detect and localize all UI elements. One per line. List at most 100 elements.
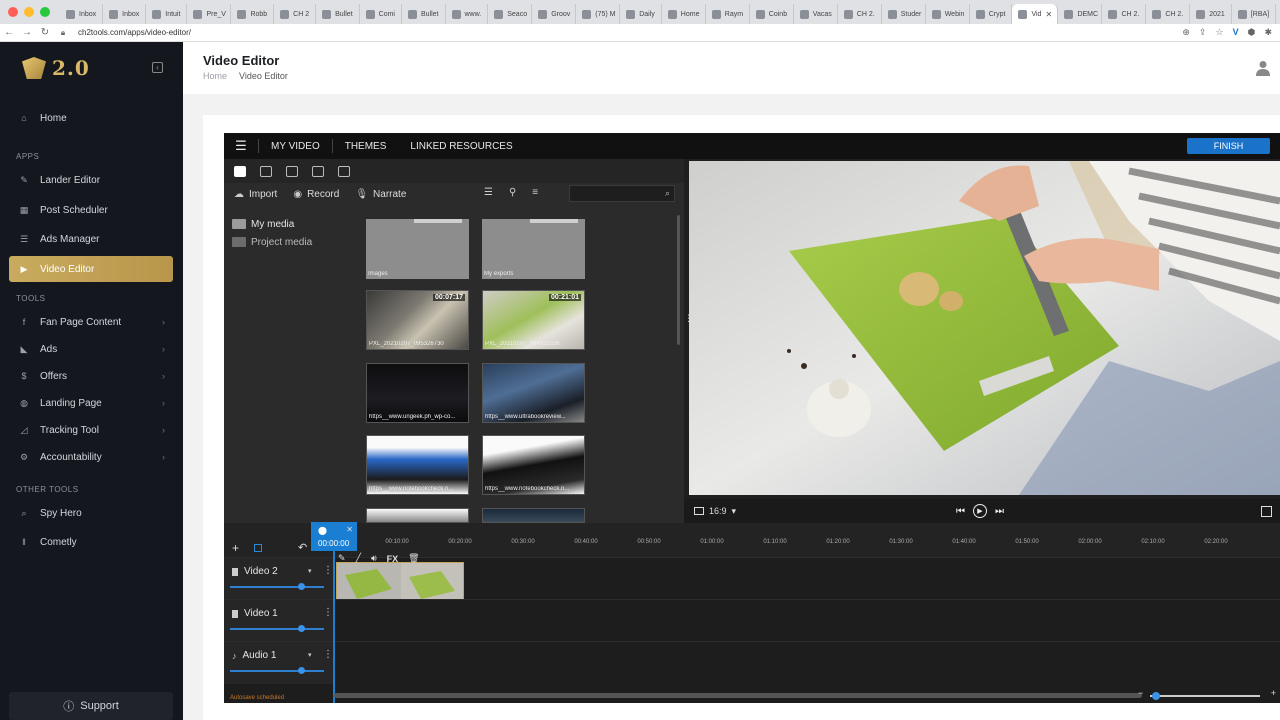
sidebar-item-accountability[interactable]: ⚙ Accountability › xyxy=(9,444,173,470)
slider-knob[interactable] xyxy=(298,667,305,674)
media-folder-my-exports[interactable]: My exports xyxy=(482,219,585,279)
timeline-ruler[interactable]: 00:10:00 00:20:00 00:30:00 00:40:00 00:50:00… xyxy=(334,523,1280,557)
split-icon[interactable]: ╱ xyxy=(356,553,361,564)
track-volume-slider[interactable] xyxy=(230,625,324,632)
browser-tab[interactable]: Intuit xyxy=(146,4,188,24)
tab-linked-resources[interactable]: LINKED RESOURCES xyxy=(398,141,524,152)
browser-tab[interactable]: www. xyxy=(446,4,489,24)
folder-my-media[interactable]: My media xyxy=(232,215,312,233)
fx-button[interactable]: FX xyxy=(387,554,399,564)
timeline-clip[interactable] xyxy=(336,562,464,600)
zoom-out-icon[interactable]: − xyxy=(1138,688,1143,698)
browser-tab[interactable]: Bullet xyxy=(402,4,446,24)
folder-project-media[interactable]: Project media xyxy=(232,233,312,251)
sidebar-item-video-editor[interactable]: ▶ Video Editor xyxy=(9,256,173,282)
more-options-icon[interactable]: ⋮ xyxy=(323,607,333,618)
media-search-input[interactable]: ⌕ xyxy=(569,185,675,202)
finish-button[interactable]: FINISH xyxy=(1187,138,1270,154)
browser-tab[interactable]: [RBA] xyxy=(1232,4,1276,24)
media-item-image[interactable] xyxy=(482,508,585,523)
chevron-down-icon[interactable]: ▾ xyxy=(308,651,312,659)
fullscreen-icon[interactable] xyxy=(1261,505,1272,517)
tab-themes[interactable]: THEMES xyxy=(333,141,399,152)
media-item-image[interactable]: https__www.notebookcheck.n... xyxy=(482,435,585,495)
import-button[interactable]: ☁ Import xyxy=(234,189,277,200)
share-icon[interactable]: ⇪ xyxy=(1199,27,1207,38)
reload-icon[interactable]: ↻ xyxy=(36,27,54,38)
timeline-scrollbar[interactable] xyxy=(334,693,1142,698)
filter-icon[interactable]: ⚲ xyxy=(509,187,516,198)
browser-tab[interactable]: Daily xyxy=(620,4,662,24)
folder-tab-icon[interactable] xyxy=(234,165,246,177)
skip-back-icon[interactable]: ⏮︎ xyxy=(956,506,965,517)
media-item-image[interactable]: https__www.notebookcheck.n... xyxy=(366,435,469,495)
slider-knob[interactable] xyxy=(298,625,305,632)
maximize-window-button[interactable] xyxy=(40,7,50,17)
narrate-button[interactable]: 🎙︎ Narrate xyxy=(355,189,406,200)
record-button[interactable]: ◉ Record xyxy=(293,189,339,200)
media-item-image[interactable] xyxy=(366,508,469,523)
play-button[interactable]: ▶ xyxy=(973,504,987,518)
skip-forward-icon[interactable]: ⏭︎ xyxy=(995,506,1004,517)
media-item-image[interactable]: https__www.ungeek.ph_wp-co... xyxy=(366,363,469,423)
browser-tab[interactable]: Seaco xyxy=(488,4,533,24)
aspect-ratio-dropdown[interactable]: 16:9 ▾ xyxy=(694,506,736,517)
star-icon[interactable]: ☆ xyxy=(1216,27,1224,38)
media-scrollbar[interactable] xyxy=(677,215,680,345)
extension-icon[interactable]: ⬢ xyxy=(1248,27,1256,38)
collapse-sidebar-icon[interactable]: ‹ xyxy=(152,62,163,73)
minimize-window-button[interactable] xyxy=(24,7,34,17)
chevron-down-icon[interactable]: ▾ xyxy=(308,567,312,575)
sidebar-item-tracking-tool[interactable]: ◿ Tracking Tool › xyxy=(9,417,173,443)
playhead[interactable]: ⬤ ✕ 00:00:00 xyxy=(311,522,357,551)
browser-tab[interactable]: CH 2. xyxy=(838,4,882,24)
sidebar-item-lander-editor[interactable]: ✎ Lander Editor xyxy=(9,167,173,193)
panel-resize-handle[interactable]: ⋮ xyxy=(684,313,693,329)
browser-tab[interactable]: Raym xyxy=(706,4,750,24)
zoom-in-icon[interactable]: + xyxy=(1271,688,1276,698)
browser-tab[interactable]: Inbox xyxy=(60,4,104,24)
timeline-zoom-slider[interactable]: − + xyxy=(1138,688,1276,700)
sidebar-item-offers[interactable]: $ Offers › xyxy=(9,363,173,389)
support-button[interactable]: ⓘ Support xyxy=(9,692,173,720)
browser-tab-active[interactable]: Vid ✕ xyxy=(1012,4,1059,24)
stock-library-icon[interactable] xyxy=(312,165,324,177)
sort-icon[interactable]: ≡ xyxy=(532,187,538,198)
puzzle-icon[interactable]: ✱ xyxy=(1264,27,1272,38)
browser-tab[interactable]: Crypt xyxy=(970,4,1013,24)
zoom-icon[interactable]: ⊕ xyxy=(1182,27,1190,38)
video-library-icon[interactable] xyxy=(286,165,298,177)
track-volume-slider[interactable] xyxy=(230,667,324,674)
sidebar-item-ads[interactable]: ◣ Ads › xyxy=(9,336,173,362)
zoom-knob[interactable] xyxy=(1152,692,1160,700)
media-folder-images[interactable]: Images xyxy=(366,219,469,279)
sidebar-item-fan-page-content[interactable]: f Fan Page Content › xyxy=(9,309,173,335)
browser-tab[interactable]: Home xyxy=(662,4,706,24)
browser-tab[interactable]: Robb xyxy=(231,4,275,24)
media-item-video[interactable]: 00:07:17 PXL_20210207_095326730 xyxy=(366,290,469,350)
zoom-rail[interactable] xyxy=(1150,695,1260,697)
url-field[interactable]: ch2tools.com/apps/video-editor/ xyxy=(78,28,191,37)
slider-knob[interactable] xyxy=(298,583,305,590)
media-item-image[interactable]: https__www.ultrabookreview... xyxy=(482,363,585,423)
volume-icon[interactable]: 🔊︎ xyxy=(371,553,377,564)
ch2-logo[interactable]: 2.0 xyxy=(22,56,108,80)
sidebar-item-landing-page[interactable]: ◍ Landing Page › xyxy=(9,390,173,416)
browser-tab[interactable]: Coinb xyxy=(750,4,794,24)
browser-tab[interactable]: DEMC xyxy=(1058,4,1103,24)
browser-tab[interactable]: CH 2. xyxy=(1146,4,1191,24)
media-item-video[interactable]: 00:21:01 PXL_20210207_094910336 xyxy=(482,290,585,350)
tab-my-video[interactable]: MY VIDEO xyxy=(259,141,332,152)
video-preview[interactable] xyxy=(689,161,1280,495)
template-library-icon[interactable] xyxy=(338,165,350,177)
browser-tab[interactable]: Vacas xyxy=(794,4,838,24)
more-options-icon[interactable]: ⋮ xyxy=(323,565,333,576)
trash-icon[interactable]: 🗑︎ xyxy=(408,553,419,564)
close-window-button[interactable] xyxy=(8,7,18,17)
browser-tab[interactable]: CH 2. xyxy=(1102,4,1147,24)
user-icon[interactable] xyxy=(1256,60,1270,76)
image-library-icon[interactable] xyxy=(260,165,272,177)
browser-tab[interactable]: Webin xyxy=(926,4,970,24)
forward-arrow-icon[interactable]: → xyxy=(18,27,36,38)
browser-tab[interactable]: Comi xyxy=(360,4,402,24)
